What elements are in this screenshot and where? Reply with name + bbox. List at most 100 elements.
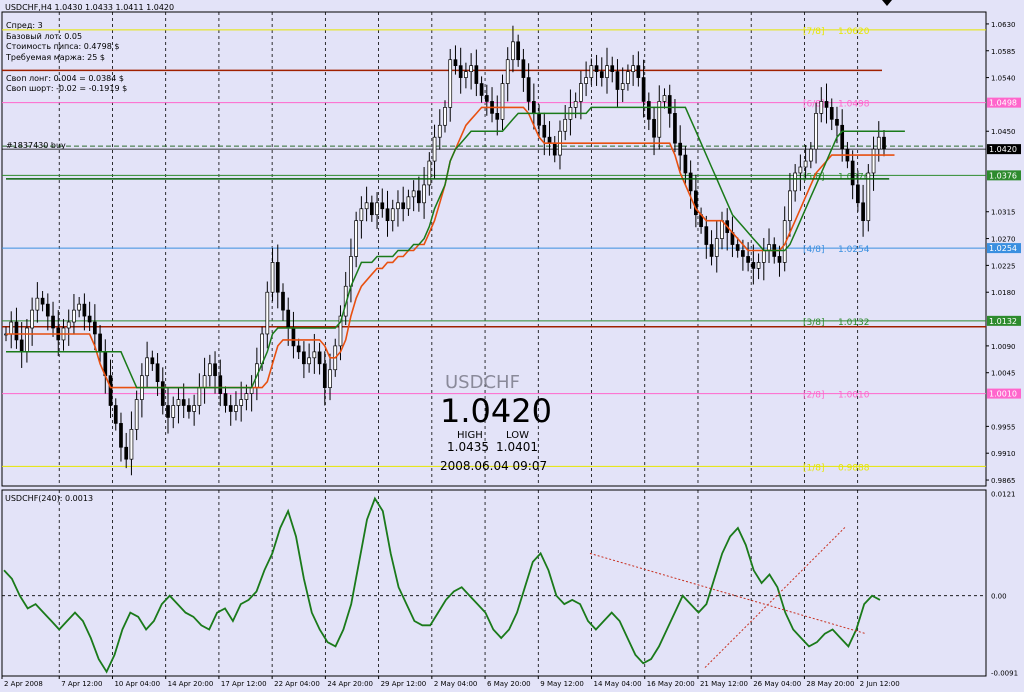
price-tick-label: 1.0540 bbox=[991, 75, 1016, 83]
current-price-badge-text: 1.0420 bbox=[989, 145, 1017, 154]
candle-body bbox=[155, 363, 160, 383]
candle-body bbox=[720, 220, 724, 239]
candle-body bbox=[761, 250, 766, 263]
candle-body bbox=[688, 172, 693, 192]
candle-body bbox=[448, 59, 453, 108]
candle-body bbox=[307, 357, 311, 365]
info-block: Спред: 3 Базовый лот: 0.05 Стоимость пипса… bbox=[6, 21, 127, 95]
candle-body bbox=[9, 321, 14, 335]
price-tick-label: 1.0450 bbox=[991, 128, 1016, 136]
candle-body bbox=[40, 297, 45, 305]
murrey-value: 1.0010 bbox=[838, 391, 870, 401]
candle-body bbox=[474, 65, 479, 84]
candle-body bbox=[302, 351, 306, 365]
time-tick-label: 24 Apr 20:00 bbox=[327, 680, 373, 688]
price-tick-label: 1.0225 bbox=[991, 262, 1016, 270]
time-tick-label: 14 Apr 20:00 bbox=[168, 680, 214, 688]
overlay-low-value: 1.0401 bbox=[496, 440, 538, 454]
candle-body bbox=[537, 113, 541, 126]
candle-body bbox=[385, 208, 390, 222]
candle-body bbox=[777, 256, 782, 263]
price-tick-label: 1.0045 bbox=[991, 370, 1016, 378]
candle-body bbox=[432, 136, 437, 162]
price-tick-label: 0.9955 bbox=[991, 423, 1016, 431]
time-tick-label: 10 Apr 04:00 bbox=[114, 680, 160, 688]
candle-body bbox=[673, 113, 677, 144]
candle-body bbox=[249, 387, 254, 394]
price-tick-label: 1.0180 bbox=[991, 289, 1016, 297]
candle-body bbox=[620, 83, 625, 90]
candle-body bbox=[207, 363, 212, 377]
murrey-label: [2/8] bbox=[803, 391, 825, 401]
price-tick-label: 0.9910 bbox=[991, 450, 1016, 458]
candle-body bbox=[244, 393, 249, 400]
murrey-value: 1.0254 bbox=[838, 245, 870, 255]
candle-body bbox=[646, 101, 651, 120]
candle-body bbox=[406, 196, 411, 210]
candle-body bbox=[401, 202, 406, 210]
candle-body bbox=[756, 262, 761, 269]
price-tick-label: 0.9865 bbox=[991, 477, 1016, 485]
overlay-price: 1.0420 bbox=[440, 392, 552, 430]
candle-body bbox=[160, 381, 165, 406]
candle-body bbox=[171, 405, 176, 418]
overlay-symbol: USDCHF bbox=[445, 372, 520, 393]
time-tick-label: 14 May 04:00 bbox=[594, 680, 642, 688]
candle-body bbox=[129, 429, 134, 460]
candle-body bbox=[66, 321, 71, 329]
candle-body bbox=[767, 244, 771, 251]
info-line: Требуемая маржа: 25 $ bbox=[6, 52, 105, 62]
candle-body bbox=[521, 59, 526, 78]
time-tick-label: 2 Apr 2008 bbox=[4, 680, 43, 688]
candle-body bbox=[72, 309, 76, 323]
candle-body bbox=[866, 172, 871, 222]
candle-body bbox=[213, 363, 217, 377]
price-badge-text: 1.0254 bbox=[989, 244, 1017, 253]
candle-body bbox=[500, 83, 505, 120]
candle-body bbox=[552, 142, 557, 156]
candle-body bbox=[312, 351, 317, 359]
candle-body bbox=[87, 315, 92, 323]
candle-body bbox=[286, 309, 291, 329]
candle-body bbox=[605, 65, 609, 78]
candle-body bbox=[228, 405, 233, 412]
candle-body bbox=[589, 65, 594, 78]
murrey-value: 1.0620 bbox=[838, 27, 870, 37]
candle-body bbox=[876, 136, 881, 150]
time-tick-label: 21 May 12:00 bbox=[700, 680, 748, 688]
time-tick-label: 16 May 20:00 bbox=[647, 680, 695, 688]
candle-body bbox=[667, 95, 672, 114]
candle-body bbox=[819, 101, 824, 114]
murrey-label: [4/8] bbox=[803, 245, 825, 255]
candle-body bbox=[35, 297, 40, 311]
info-line bbox=[6, 63, 127, 74]
time-tick-label: 29 Apr 12:00 bbox=[381, 680, 427, 688]
candle-body bbox=[98, 333, 102, 353]
candle-body bbox=[636, 65, 641, 78]
time-tick-label: 9 May 12:00 bbox=[540, 680, 584, 688]
oscillator-line bbox=[3, 496, 881, 674]
candle-body bbox=[798, 166, 803, 174]
candle-body bbox=[579, 83, 583, 102]
candle-body bbox=[234, 405, 238, 412]
candle-body bbox=[422, 184, 426, 204]
price-tick-label: 1.0630 bbox=[991, 21, 1016, 29]
candle-body bbox=[192, 405, 196, 412]
candle-body bbox=[270, 262, 275, 293]
candle-body bbox=[390, 208, 395, 222]
candle-body bbox=[396, 202, 400, 210]
price-badge-text: 1.0498 bbox=[989, 99, 1017, 108]
info-line: Стоимость пипса: 0.4798 $ bbox=[6, 42, 120, 51]
candle-body bbox=[829, 107, 834, 120]
divergence-line bbox=[704, 526, 847, 668]
candle-body bbox=[239, 399, 244, 406]
candle-body bbox=[714, 238, 719, 257]
candle-body bbox=[218, 375, 223, 394]
candle-body bbox=[511, 41, 515, 61]
candle-body bbox=[443, 107, 447, 126]
price-badge-text: 1.0376 bbox=[989, 171, 1017, 180]
candle-body bbox=[197, 387, 202, 406]
candle-body bbox=[328, 369, 332, 388]
dropdown-arrow-icon[interactable] bbox=[882, 0, 892, 6]
candle-body bbox=[369, 202, 374, 216]
